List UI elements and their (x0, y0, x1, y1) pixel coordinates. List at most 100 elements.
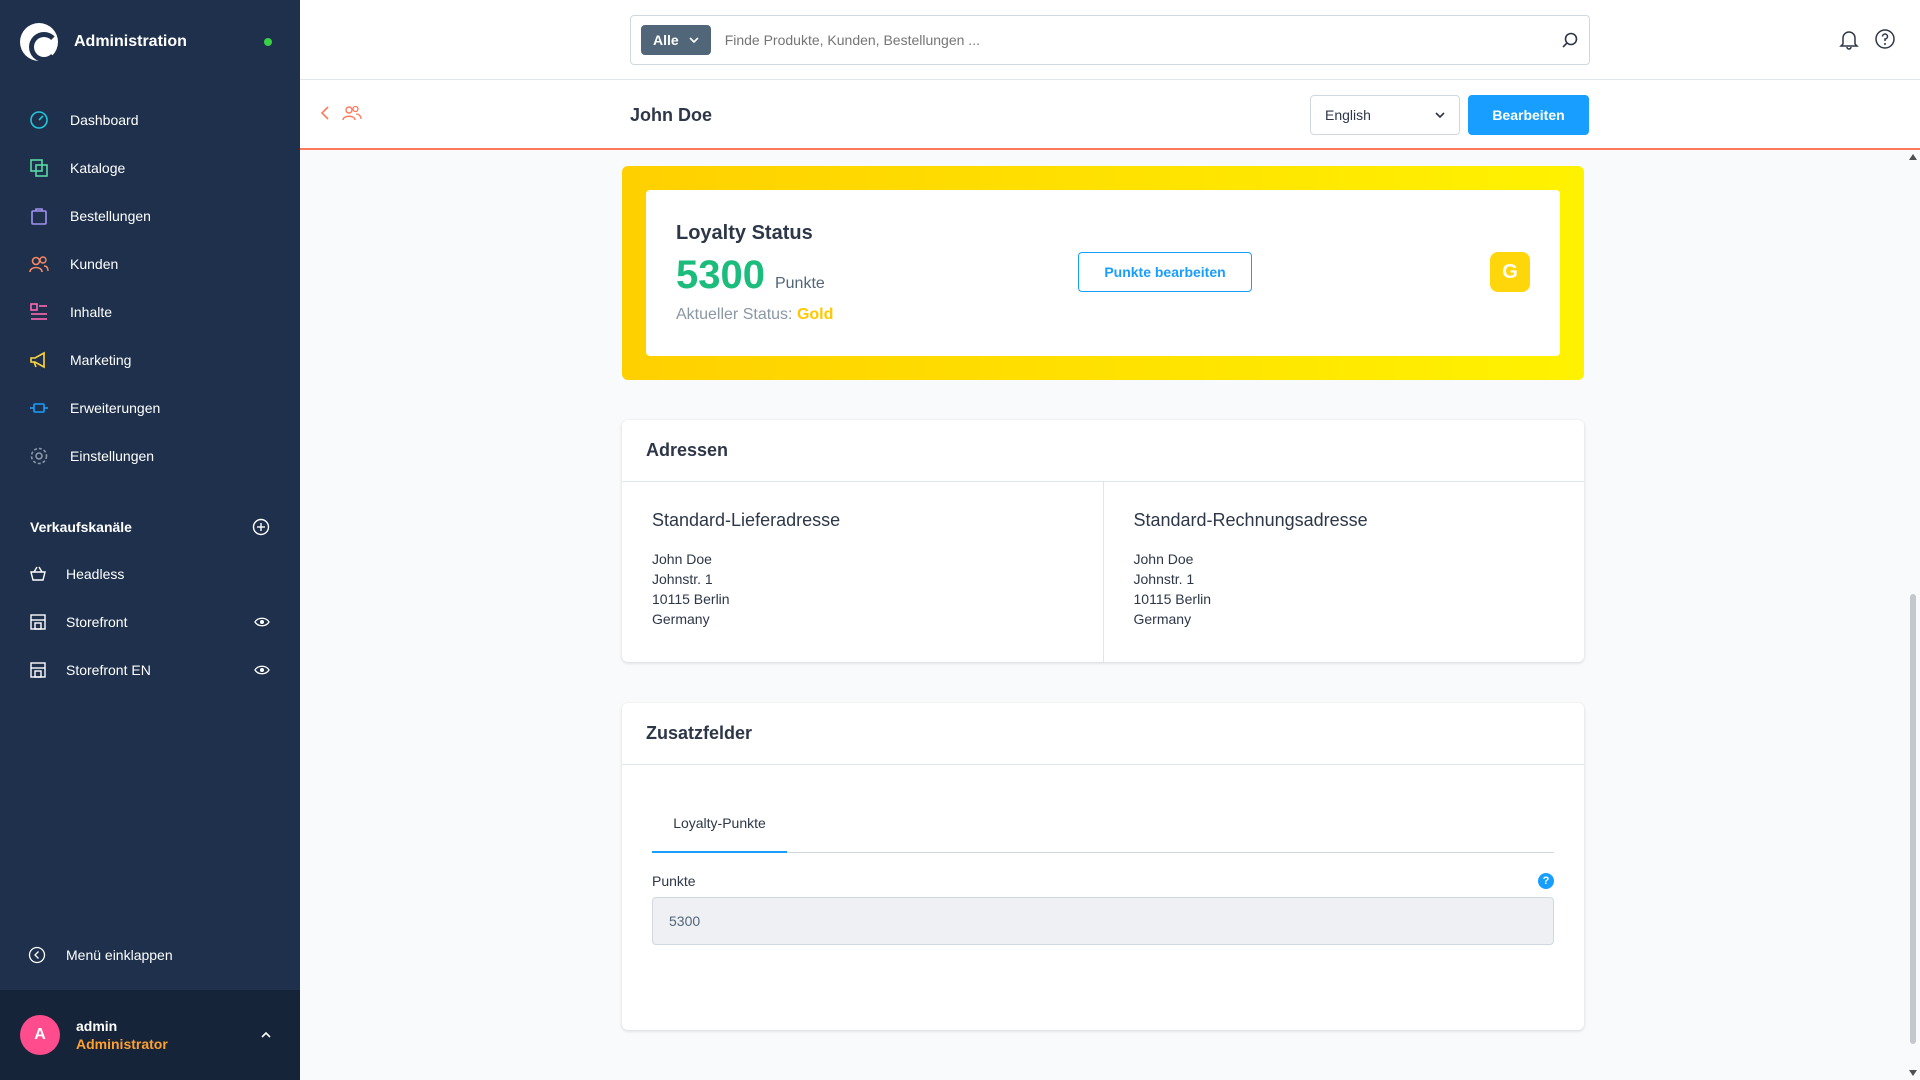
users-icon (28, 253, 50, 275)
loyalty-points-unit: Punkte (774, 275, 825, 292)
points-input[interactable]: 5300 (652, 897, 1554, 945)
nav-item-einstellungen[interactable]: Einstellungen (0, 432, 300, 480)
address-line: Germany (1133, 611, 1192, 627)
addresses-title: Adressen (622, 420, 1584, 482)
custom-fields-title: Zusatzfelder (622, 703, 1584, 765)
page-header: John Doe English Bearbeiten (300, 80, 1920, 150)
eye-icon[interactable] (254, 616, 270, 628)
shipping-address: Standard-Lieferadresse John Doe Johnstr.… (622, 482, 1103, 662)
sales-channels-header: Verkaufskanäle (30, 518, 270, 536)
bag-icon (28, 205, 50, 227)
nav-label: Erweiterungen (70, 400, 161, 416)
channel-item-storefront-en[interactable]: Storefront EN (0, 646, 300, 694)
address-line: 10115 Berlin (652, 591, 730, 607)
nav-label: Bestellungen (70, 208, 151, 224)
tab-loyalty-punkte[interactable]: Loyalty-Punkte (652, 795, 787, 853)
megaphone-icon (28, 349, 50, 371)
search-type-label: Alle (653, 32, 679, 48)
bell-icon[interactable] (1838, 28, 1860, 50)
gear-icon (28, 445, 50, 467)
nav-item-bestellungen[interactable]: Bestellungen (0, 192, 300, 240)
language-value: English (1325, 107, 1371, 123)
scrollbar-thumb[interactable] (1910, 594, 1916, 1044)
help-icon[interactable] (1874, 28, 1896, 50)
user-menu[interactable]: A admin Administrator (0, 990, 300, 1080)
sidebar: Administration Dashboard Kataloge Bestel… (0, 0, 300, 1080)
back-navigation[interactable] (320, 104, 362, 122)
chevron-down-icon (689, 37, 699, 43)
collapse-label: Menü einklappen (66, 947, 173, 963)
loyalty-title: Loyalty Status (676, 222, 813, 244)
main-nav: Dashboard Kataloge Bestellungen Kunden I… (0, 96, 300, 480)
address-line: John Doe (652, 551, 712, 567)
scroll-down-arrow-icon[interactable] (1909, 1070, 1917, 1076)
edit-points-button[interactable]: Punkte bearbeiten (1078, 252, 1252, 292)
global-search: Alle (630, 15, 1590, 65)
top-bar: Alle (300, 0, 1920, 80)
sales-channels-title: Verkaufskanäle (30, 519, 132, 535)
top-icons (1838, 28, 1896, 50)
help-icon[interactable]: ? (1538, 873, 1554, 889)
channel-label: Storefront (66, 614, 128, 630)
points-field-header: Punkte ? (652, 873, 1554, 889)
points-field: Punkte ? 5300 (652, 873, 1554, 945)
address-line: Johnstr. 1 (1133, 571, 1195, 587)
add-channel-icon[interactable] (252, 518, 270, 536)
channel-item-headless[interactable]: Headless (0, 550, 300, 598)
billing-address: Standard-Rechnungsadresse John Doe Johns… (1102, 482, 1585, 662)
dashboard-icon (28, 109, 50, 131)
address-line: 10115 Berlin (1133, 591, 1212, 607)
plug-icon (28, 397, 50, 419)
nav-label: Kunden (70, 256, 119, 272)
scroll-up-arrow-icon[interactable] (1909, 154, 1917, 160)
basket-icon (30, 566, 46, 581)
address-line: Johnstr. 1 (652, 571, 713, 587)
collapse-menu-button[interactable]: Menü einklappen (28, 946, 173, 964)
address-line: Germany (652, 611, 710, 627)
nav-label: Dashboard (70, 112, 139, 128)
billing-address-title: Standard-Rechnungsadresse (1133, 510, 1368, 530)
search-type-select[interactable]: Alle (641, 25, 711, 55)
store-icon (30, 614, 46, 630)
search-input[interactable] (724, 32, 1561, 48)
language-select[interactable]: English (1310, 95, 1460, 135)
eye-icon[interactable] (254, 664, 270, 676)
catalog-icon (28, 157, 50, 179)
addresses-body: Standard-Lieferadresse John Doe Johnstr.… (622, 482, 1584, 662)
nav-item-marketing[interactable]: Marketing (0, 336, 300, 384)
page-scrollbar[interactable] (1906, 150, 1920, 1080)
sidebar-header: Administration (20, 20, 280, 64)
loyalty-status-inner: Loyalty Status 5300 Punkte Aktueller Sta… (646, 190, 1560, 356)
nav-label: Einstellungen (70, 448, 155, 464)
nav-label: Inhalte (70, 304, 113, 320)
edit-button[interactable]: Bearbeiten (1468, 95, 1589, 135)
store-icon (30, 662, 46, 678)
avatar: A (20, 1015, 60, 1055)
sales-channel-list: Headless Storefront Storefront EN (0, 550, 300, 694)
page-title: John Doe (630, 105, 713, 125)
nav-item-kunden[interactable]: Kunden (0, 240, 300, 288)
nav-item-kataloge[interactable]: Kataloge (0, 144, 300, 192)
loyalty-points-value: 5300 (676, 253, 765, 297)
custom-fields-tabs: Loyalty-Punkte (652, 795, 1554, 853)
search-icon[interactable] (1561, 31, 1579, 49)
loyalty-status-card: Loyalty Status 5300 Punkte Aktueller Sta… (622, 166, 1584, 380)
chevron-down-icon (1435, 112, 1445, 118)
shopware-logo-icon[interactable] (20, 23, 59, 62)
user-info: admin Administrator (76, 1018, 260, 1052)
customers-icon (342, 105, 362, 121)
points-field-label: Punkte (652, 873, 696, 889)
nav-label: Kataloge (70, 160, 126, 176)
chevron-up-icon (261, 1031, 271, 1038)
chevron-left-icon[interactable] (320, 105, 330, 121)
nav-item-erweiterungen[interactable]: Erweiterungen (0, 384, 300, 432)
online-status-dot (264, 38, 272, 46)
nav-item-dashboard[interactable]: Dashboard (0, 96, 300, 144)
loyalty-status-value: Gold (796, 306, 834, 323)
address-line: John Doe (1133, 551, 1194, 567)
shipping-address-title: Standard-Lieferadresse (652, 510, 841, 530)
channel-item-storefront[interactable]: Storefront (0, 598, 300, 646)
nav-item-inhalte[interactable]: Inhalte (0, 288, 300, 336)
collapse-icon (28, 946, 46, 964)
status-badge: G (1490, 252, 1530, 292)
